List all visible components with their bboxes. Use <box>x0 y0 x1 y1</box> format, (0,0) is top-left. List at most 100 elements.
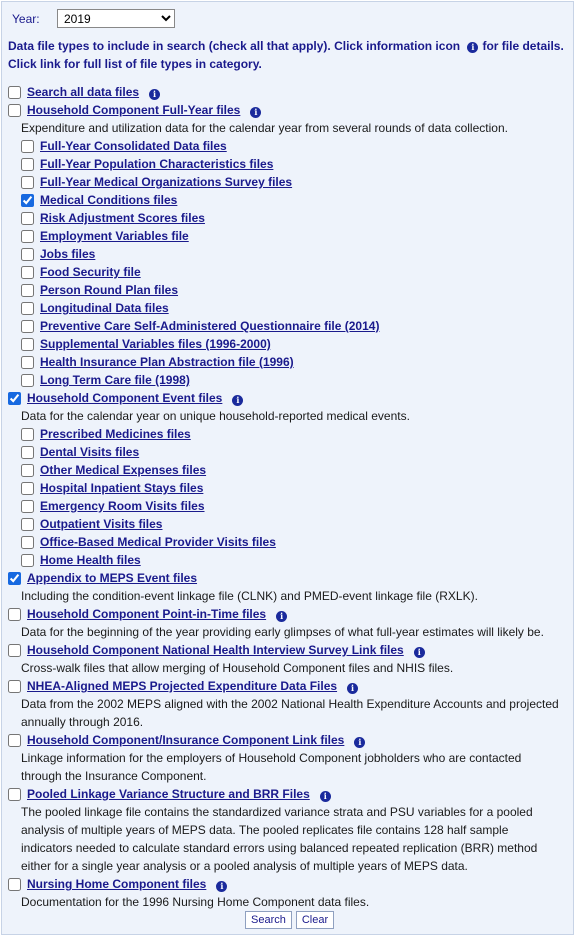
event-file-item-link[interactable]: Office-Based Medical Provider Visits fil… <box>40 535 276 549</box>
full-year-file-item-link[interactable]: Person Round Plan files <box>40 283 178 297</box>
event-file-item-link[interactable]: Hospital Inpatient Stays files <box>40 481 203 495</box>
event-file-item-link[interactable]: Outpatient Visits files <box>40 517 162 531</box>
event-file-item-link[interactable]: Home Health files <box>40 553 141 567</box>
full-year-file-item-checkbox[interactable] <box>21 229 34 243</box>
nursing-checkbox[interactable] <box>8 877 21 891</box>
full-year-file-item: Full-Year Consolidated Data files <box>21 137 227 155</box>
point-in-time-link[interactable]: Household Component Point-in-Time files <box>27 607 266 621</box>
full-year-file-item: Health Insurance Plan Abstraction file (… <box>21 353 294 371</box>
full-year-file-item-checkbox[interactable] <box>21 265 34 279</box>
nhea-row: NHEA-Aligned MEPS Projected Expenditure … <box>8 677 359 695</box>
nursing-link[interactable]: Nursing Home Component files <box>27 877 206 891</box>
full-year-file-item-checkbox[interactable] <box>21 247 34 261</box>
search-all-link[interactable]: Search all data files <box>27 85 139 99</box>
pooled-checkbox[interactable] <box>8 787 21 801</box>
event-file-item-link[interactable]: Prescribed Medicines files <box>40 427 191 441</box>
event-file-item-link[interactable]: Emergency Room Visits files <box>40 499 205 513</box>
full-year-file-item-link[interactable]: Full-Year Consolidated Data files <box>40 139 227 153</box>
full-year-file-item-link[interactable]: Supplemental Variables files (1996-2000) <box>40 337 271 351</box>
pooled-description: The pooled linkage file contains the sta… <box>21 805 538 873</box>
full-year-file-item-checkbox[interactable] <box>21 283 34 297</box>
info-icon[interactable]: i <box>354 736 366 748</box>
appendix-checkbox[interactable] <box>8 571 21 585</box>
full-year-file-item-checkbox[interactable] <box>21 211 34 225</box>
hc-full-year-link[interactable]: Household Component Full-Year files <box>27 103 240 117</box>
info-icon[interactable]: i <box>232 394 244 406</box>
full-year-file-item: Food Security file <box>21 263 141 281</box>
appendix-description: Including the condition-event linkage fi… <box>21 589 478 603</box>
info-icon[interactable]: i <box>149 88 161 100</box>
ic-link-link[interactable]: Household Component/Insurance Component … <box>27 733 344 747</box>
search-button[interactable]: Search <box>245 911 292 929</box>
event-file-item-checkbox[interactable] <box>21 517 34 531</box>
nhea-link[interactable]: NHEA-Aligned MEPS Projected Expenditure … <box>27 679 337 693</box>
full-year-file-item-link[interactable]: Jobs files <box>40 247 95 261</box>
full-year-file-item: Full-Year Medical Organizations Survey f… <box>21 173 292 191</box>
point-in-time-checkbox[interactable] <box>8 607 21 621</box>
info-icon[interactable]: i <box>413 646 425 658</box>
full-year-file-item-link[interactable]: Medical Conditions files <box>40 193 177 207</box>
full-year-file-item: Risk Adjustment Scores files <box>21 209 205 227</box>
info-icon[interactable]: i <box>347 682 359 694</box>
full-year-file-item: Person Round Plan files <box>21 281 178 299</box>
nhis-link-link[interactable]: Household Component National Health Inte… <box>27 643 404 657</box>
ic-link-checkbox[interactable] <box>8 733 21 747</box>
event-file-item: Home Health files <box>21 551 141 569</box>
info-icon[interactable]: i <box>276 610 288 622</box>
full-year-file-item-checkbox[interactable] <box>21 337 34 351</box>
event-file-item-checkbox[interactable] <box>21 427 34 441</box>
nhea-checkbox[interactable] <box>8 679 21 693</box>
event-file-item-link[interactable]: Dental Visits files <box>40 445 139 459</box>
full-year-file-item-link[interactable]: Risk Adjustment Scores files <box>40 211 205 225</box>
full-year-file-item-checkbox[interactable] <box>21 193 34 207</box>
clear-button[interactable]: Clear <box>295 911 335 929</box>
hc-event-link[interactable]: Household Component Event files <box>27 391 222 405</box>
full-year-file-item-link[interactable]: Food Security file <box>40 265 141 279</box>
nhis-link-checkbox[interactable] <box>8 643 21 657</box>
hc-full-year-checkbox[interactable] <box>8 103 21 117</box>
search-panel: Year: 2019 Data file types to include in… <box>1 1 574 935</box>
full-year-file-item-link[interactable]: Full-Year Population Characteristics fil… <box>40 157 273 171</box>
info-icon[interactable]: i <box>216 880 228 892</box>
full-year-file-item-link[interactable]: Preventive Care Self-Administered Questi… <box>40 319 379 333</box>
full-year-file-item-link[interactable]: Health Insurance Plan Abstraction file (… <box>40 355 294 369</box>
full-year-file-item-checkbox[interactable] <box>21 373 34 387</box>
search-all-row: Search all data files i <box>8 83 161 101</box>
info-icon[interactable]: i <box>250 106 262 118</box>
event-file-item: Outpatient Visits files <box>21 515 162 533</box>
full-year-file-item-link[interactable]: Longitudinal Data files <box>40 301 169 315</box>
full-year-file-item-checkbox[interactable] <box>21 355 34 369</box>
nursing-row: Nursing Home Component files i <box>8 875 228 893</box>
full-year-file-item-checkbox[interactable] <box>21 319 34 333</box>
event-file-item-checkbox[interactable] <box>21 499 34 513</box>
info-icon[interactable]: i <box>319 790 331 802</box>
full-year-file-item-checkbox[interactable] <box>21 301 34 315</box>
year-select[interactable]: 2019 <box>57 9 175 28</box>
form-buttons: Search Clear <box>245 911 335 929</box>
event-file-item-checkbox[interactable] <box>21 481 34 495</box>
hc-event-checkbox[interactable] <box>8 391 21 405</box>
event-file-item-checkbox[interactable] <box>21 553 34 567</box>
instructions: Data file types to include in search (ch… <box>8 37 568 73</box>
full-year-file-item-link[interactable]: Long Term Care file (1998) <box>40 373 190 387</box>
full-year-file-item-link[interactable]: Full-Year Medical Organizations Survey f… <box>40 175 292 189</box>
event-file-item: Hospital Inpatient Stays files <box>21 479 203 497</box>
instructions-line1: Data file types to include in search (ch… <box>8 39 461 53</box>
appendix-link[interactable]: Appendix to MEPS Event files <box>27 571 197 585</box>
nhis-link-row: Household Component National Health Inte… <box>8 641 425 659</box>
full-year-file-item-checkbox[interactable] <box>21 175 34 189</box>
pooled-row: Pooled Linkage Variance Structure and BR… <box>8 785 331 803</box>
event-file-item-checkbox[interactable] <box>21 535 34 549</box>
full-year-file-item-link[interactable]: Employment Variables file <box>40 229 189 243</box>
event-file-item-link[interactable]: Other Medical Expenses files <box>40 463 206 477</box>
hc-full-year-row: Household Component Full-Year files i <box>8 101 262 119</box>
pooled-link[interactable]: Pooled Linkage Variance Structure and BR… <box>27 787 310 801</box>
full-year-file-item-checkbox[interactable] <box>21 139 34 153</box>
year-row: Year: 2019 <box>12 9 175 28</box>
info-icon: i <box>467 42 479 53</box>
event-file-item-checkbox[interactable] <box>21 463 34 477</box>
nhea-description: Data from the 2002 MEPS aligned with the… <box>21 697 559 729</box>
full-year-file-item-checkbox[interactable] <box>21 157 34 171</box>
search-all-checkbox[interactable] <box>8 85 21 99</box>
event-file-item-checkbox[interactable] <box>21 445 34 459</box>
